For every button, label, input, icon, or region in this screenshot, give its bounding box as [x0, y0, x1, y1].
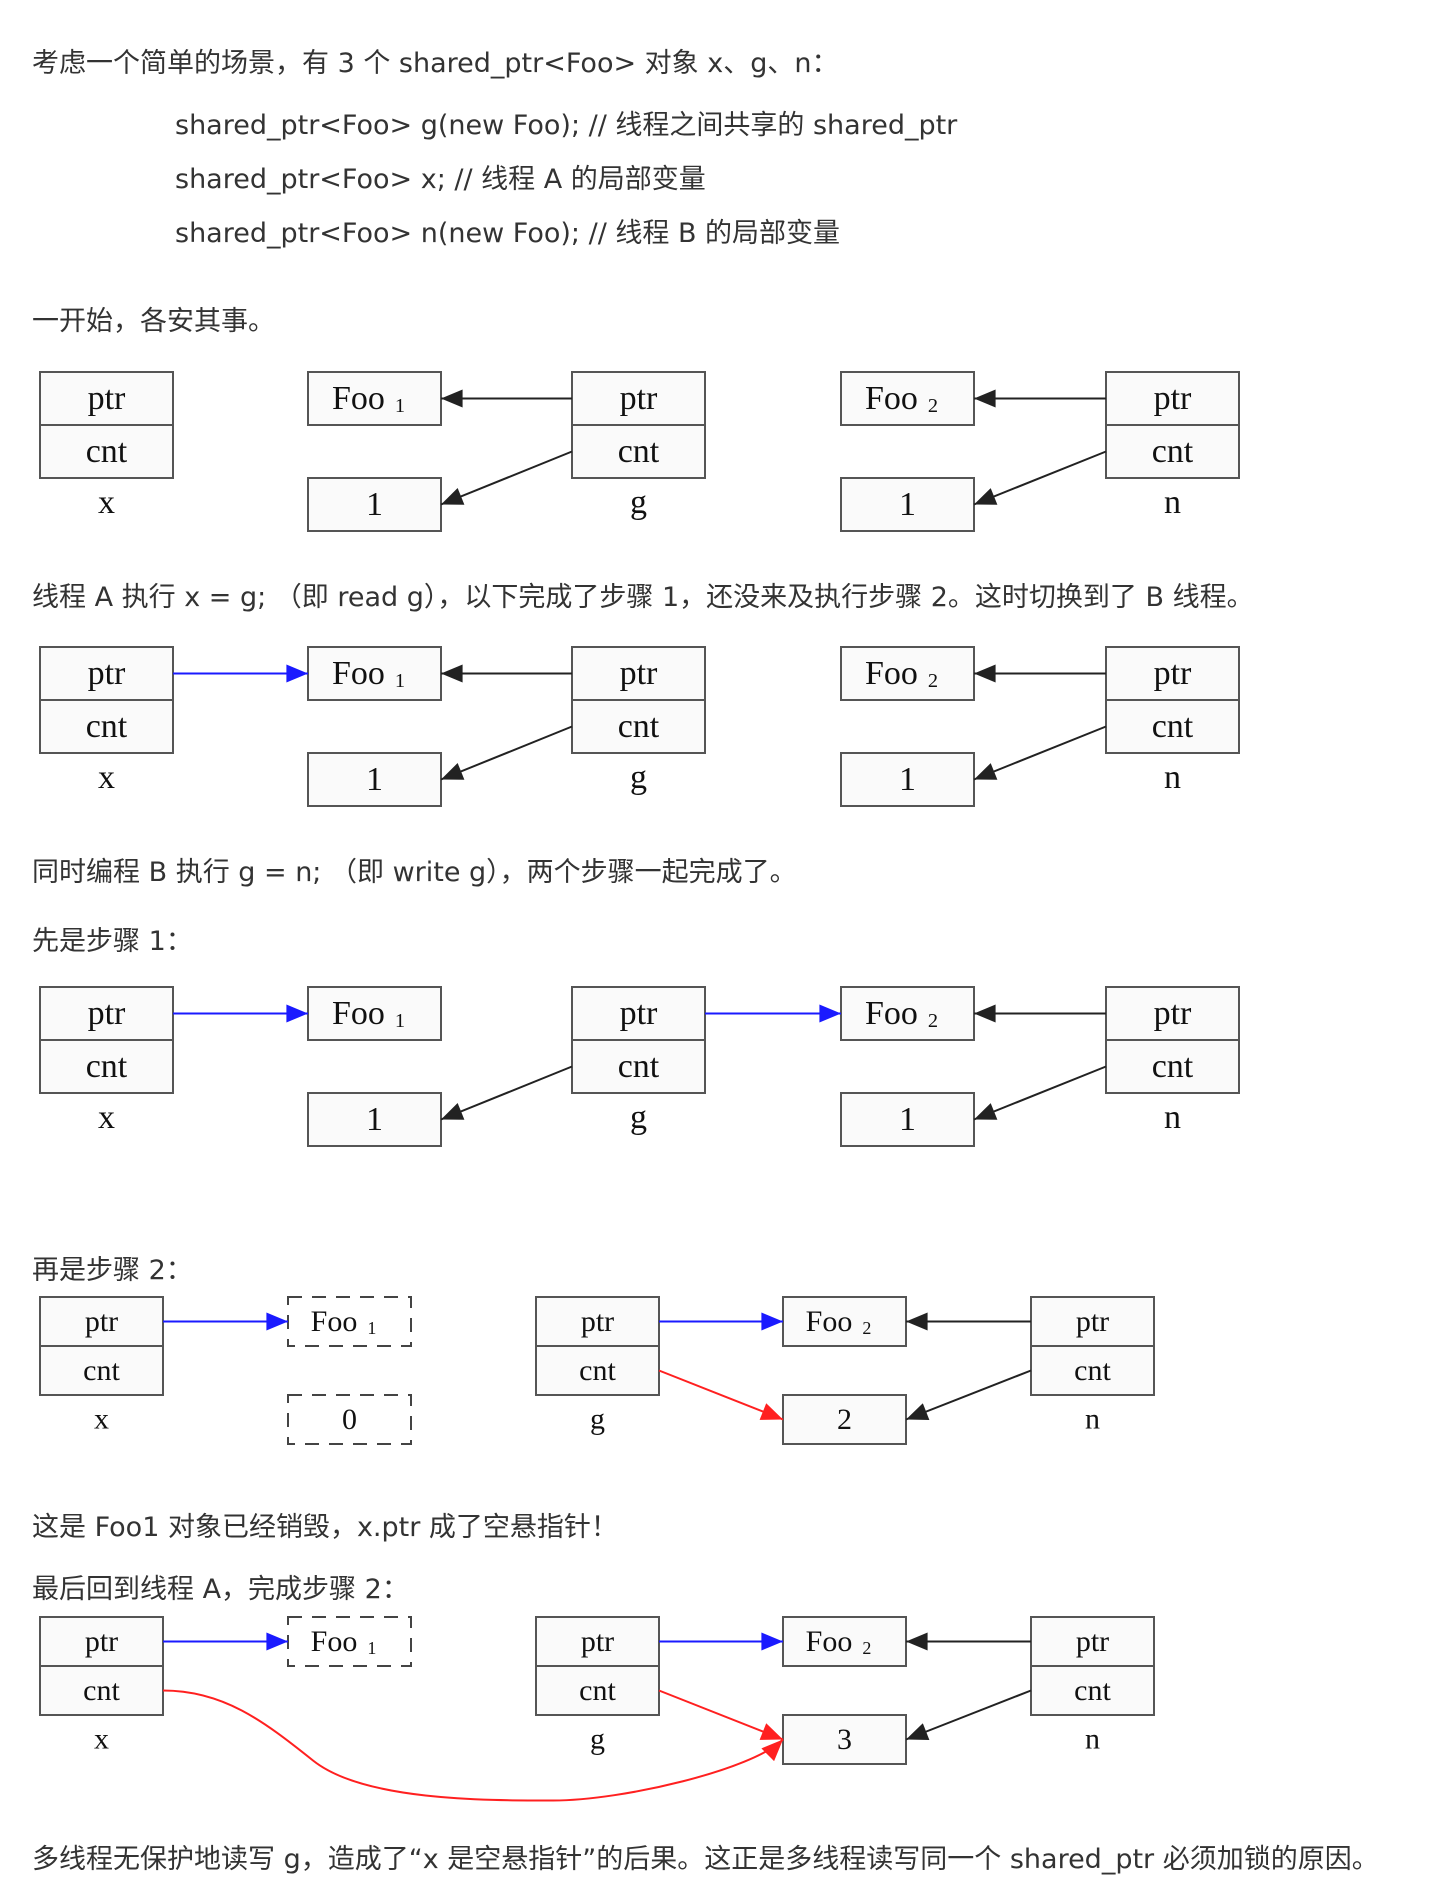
variable-name-g: g: [590, 1403, 605, 1436]
caption-conclusion: 多线程无保护地读写 g，造成了“x 是空悬指针”的后果。这正是多线程读写同一个 …: [32, 1844, 1379, 1875]
diagram-thread-b-step-2: ptrcntxFoo 10ptrcntgFoo 22ptrcntn: [39, 1296, 1155, 1445]
c2-count-value: 1: [899, 761, 916, 798]
code-line-n: shared_ptr<Foo> n(new Foo); // 线程 B 的局部变…: [175, 218, 841, 249]
edge-n-cnt-to-c2: [973, 725, 1107, 781]
edge-g-cnt-to-c1: [440, 1065, 573, 1121]
variable-name-n: n: [1164, 759, 1181, 796]
g-cnt-label: cnt: [579, 1354, 616, 1387]
c1-count-value: 1: [366, 761, 383, 798]
n-ptr-label: ptr: [1154, 655, 1192, 692]
variable-name-x: x: [98, 1099, 115, 1136]
caption-dangling: 这是 Foo1 对象已经销毁，x.ptr 成了空悬指针！: [32, 1512, 618, 1543]
x-cnt-label: cnt: [86, 708, 128, 745]
foo2-subscript: 2: [928, 1010, 938, 1032]
g-cnt-label: cnt: [579, 1674, 616, 1707]
variable-name-g: g: [590, 1723, 605, 1756]
foo1-subscript: 1: [367, 1318, 376, 1338]
edge-g-cnt-to-c1: [440, 450, 573, 506]
c1-count-value: 1: [366, 1101, 383, 1138]
variable-name-g: g: [630, 759, 647, 796]
edge-g-cnt-to-c2: [658, 1689, 784, 1741]
x-ptr-label: ptr: [88, 380, 126, 417]
g-ptr-label: ptr: [581, 1625, 614, 1658]
g-cnt-label: cnt: [618, 708, 660, 745]
c2-count-value: 2: [837, 1403, 852, 1436]
g-cnt-label: cnt: [618, 433, 660, 470]
c1-count-value: 0: [342, 1403, 357, 1436]
variable-name-x: x: [94, 1403, 109, 1436]
diagram-thread-a-step-1: ptrcntxFoo 11ptrcntgFoo 21ptrcntn: [39, 646, 1240, 807]
code-line-x: shared_ptr<Foo> x; // 线程 A 的局部变量: [175, 164, 706, 195]
x-ptr-label: ptr: [88, 655, 126, 692]
g-ptr-label: ptr: [620, 655, 658, 692]
x-cnt-label: cnt: [83, 1354, 120, 1387]
c2-count-value: 1: [899, 486, 916, 523]
c2-count-value: 1: [899, 1101, 916, 1138]
variable-name-n: n: [1164, 484, 1181, 521]
variable-name-x: x: [98, 484, 115, 521]
g-ptr-label: ptr: [620, 380, 658, 417]
diagram-initial-state: ptrcntxFoo 11ptrcntgFoo 21ptrcntn: [39, 371, 1240, 532]
edge-n-cnt-to-c2: [905, 1369, 1032, 1421]
x-cnt-label: cnt: [86, 433, 128, 470]
n-cnt-label: cnt: [1152, 433, 1194, 470]
x-cnt-label: cnt: [86, 1048, 128, 1085]
n-cnt-label: cnt: [1074, 1354, 1111, 1387]
variable-name-n: n: [1085, 1403, 1100, 1436]
x-ptr-label: ptr: [85, 1305, 118, 1338]
edge-g-cnt-to-c1: [440, 725, 573, 781]
foo1-subscript: 1: [395, 1010, 405, 1032]
g-ptr-label: ptr: [581, 1305, 614, 1338]
caption-thread-b: 同时编程 B 执行 g = n; （即 write g），两个步骤一起完成了。: [32, 857, 797, 888]
diagram-thread-b-step-1: ptrcntxFoo 11ptrcntgFoo 21ptrcntn: [39, 986, 1240, 1147]
caption-initial: 一开始，各安其事。: [32, 306, 275, 337]
foo2-subscript: 2: [928, 670, 938, 692]
foo1-subscript: 1: [395, 395, 405, 417]
foo2-subscript: 2: [862, 1638, 871, 1658]
foo1-subscript: 1: [367, 1638, 376, 1658]
n-cnt-label: cnt: [1152, 708, 1194, 745]
n-ptr-label: ptr: [1076, 1625, 1109, 1658]
foo1-label: Foo 1: [311, 1625, 377, 1658]
n-ptr-label: ptr: [1154, 380, 1192, 417]
g-ptr-label: ptr: [620, 995, 658, 1032]
variable-name-x: x: [94, 1723, 109, 1756]
n-cnt-label: cnt: [1152, 1048, 1194, 1085]
x-ptr-label: ptr: [88, 995, 126, 1032]
variable-name-n: n: [1164, 1099, 1181, 1136]
c1-count-value: 1: [366, 486, 383, 523]
c2-count-value: 3: [837, 1723, 852, 1756]
n-cnt-label: cnt: [1074, 1674, 1111, 1707]
g-cnt-label: cnt: [618, 1048, 660, 1085]
edge-n-cnt-to-c2: [973, 450, 1107, 506]
edge-n-cnt-to-c2: [973, 1065, 1107, 1121]
x-ptr-label: ptr: [85, 1625, 118, 1658]
variable-name-x: x: [98, 759, 115, 796]
intro-text: 考虑一个简单的场景，有 3 个 shared_ptr<Foo> 对象 x、g、n…: [32, 48, 839, 79]
n-ptr-label: ptr: [1076, 1305, 1109, 1338]
diagram-thread-a-step-2: ptrcntxFoo 1 ptrcntgFoo 23ptrcntn: [39, 1616, 1155, 1802]
n-ptr-label: ptr: [1154, 995, 1192, 1032]
code-line-g: shared_ptr<Foo> g(new Foo); // 线程之间共享的 s…: [175, 110, 958, 141]
foo2-subscript: 2: [862, 1318, 871, 1338]
variable-name-g: g: [630, 484, 647, 521]
foo1-label: Foo 1: [311, 1305, 377, 1338]
variable-name-g: g: [630, 1099, 647, 1136]
caption-step-1: 先是步骤 1：: [32, 926, 193, 957]
edge-n-cnt-to-c2: [905, 1689, 1032, 1741]
x-cnt-label: cnt: [83, 1674, 120, 1707]
foo2-subscript: 2: [928, 395, 938, 417]
edge-x-cnt-to-c2: [162, 1689, 784, 1802]
edge-g-cnt-to-c2: [658, 1369, 784, 1421]
foo1-subscript: 1: [395, 670, 405, 692]
caption-thread-a-step-1: 线程 A 执行 x = g; （即 read g），以下完成了步骤 1，还没来及…: [32, 582, 1254, 613]
variable-name-n: n: [1085, 1723, 1100, 1756]
